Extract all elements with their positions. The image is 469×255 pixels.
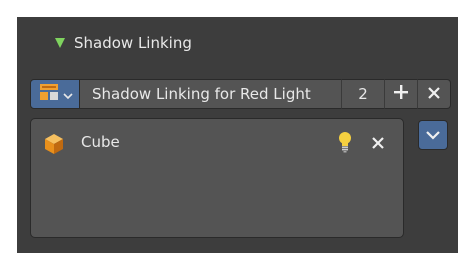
user-count-field[interactable]: 2	[342, 79, 385, 109]
linked-objects-list[interactable]: Cube	[30, 118, 404, 238]
plus-icon	[393, 84, 409, 104]
panel-title[interactable]: Shadow Linking	[74, 33, 192, 53]
collection-toolbar: Shadow Linking for Red Light 2	[30, 79, 451, 109]
disclosure-triangle-down-icon[interactable]	[55, 38, 65, 48]
cube-object-icon	[43, 133, 65, 159]
collection-name-field[interactable]: Shadow Linking for Red Light	[80, 79, 342, 109]
collection-browse-icon	[38, 83, 60, 105]
list-item-label: Cube	[81, 133, 120, 151]
list-item[interactable]: Cube	[31, 119, 403, 165]
list-menu-button[interactable]	[418, 120, 448, 150]
chevron-down-icon	[62, 85, 73, 104]
chevron-down-icon	[425, 126, 441, 145]
close-icon	[427, 85, 441, 104]
browse-collection-button[interactable]	[30, 79, 80, 109]
unlink-collection-button[interactable]	[418, 79, 451, 109]
new-collection-button[interactable]	[385, 79, 418, 109]
light-bulb-icon[interactable]	[337, 131, 353, 157]
close-icon[interactable]	[371, 135, 385, 154]
